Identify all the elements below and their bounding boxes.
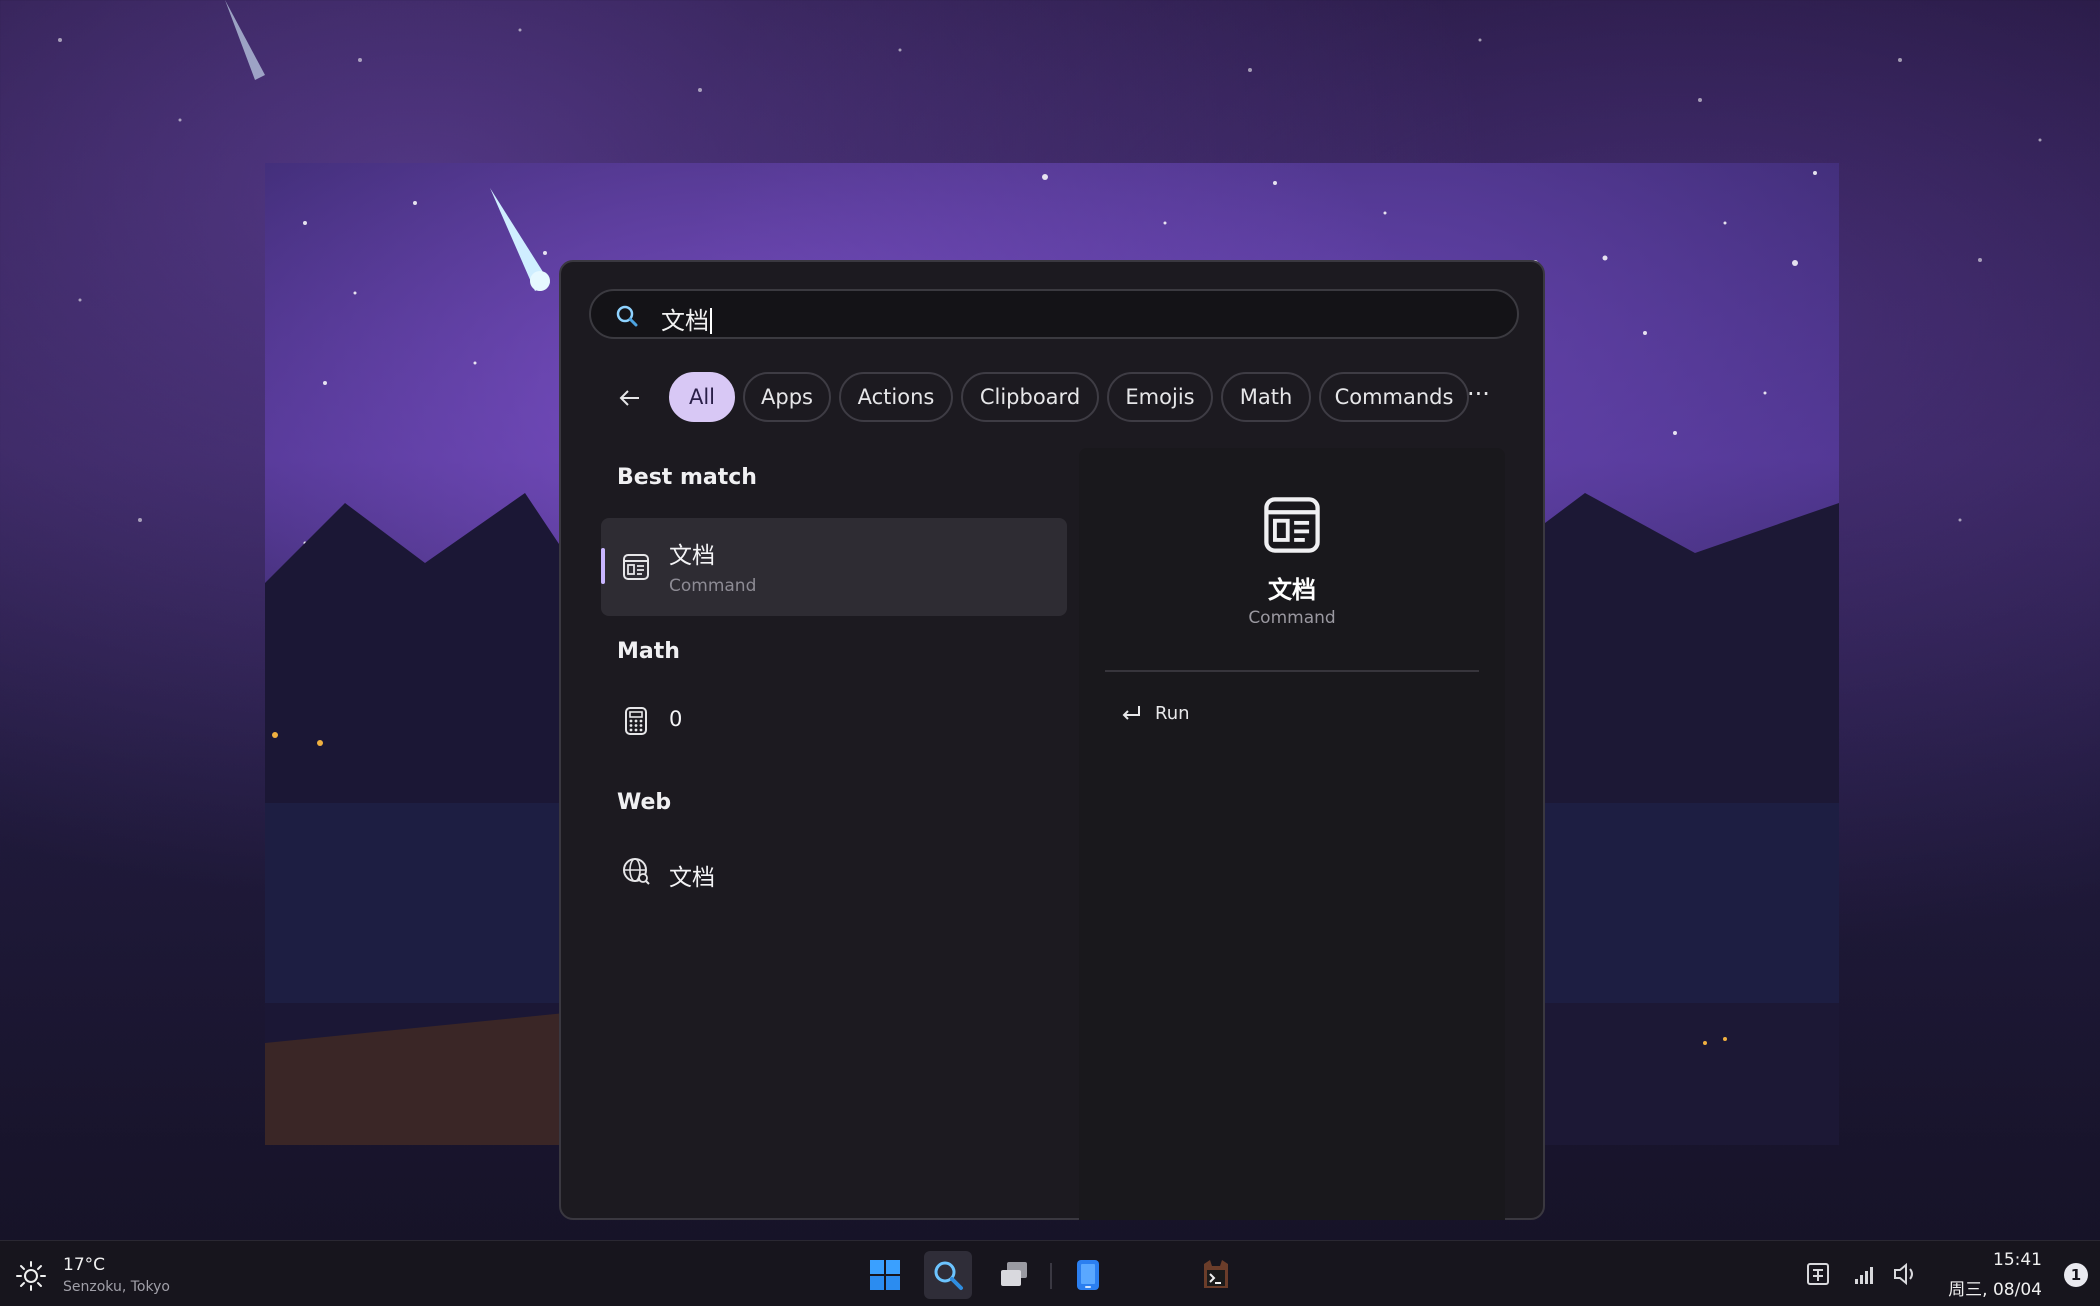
text-caret (710, 308, 712, 334)
details-pane: 文档 Command Run (1079, 448, 1505, 1220)
search-icon[interactable] (924, 1251, 972, 1299)
terminal-app-icon[interactable] (1192, 1251, 1240, 1299)
filter-chip-math[interactable]: Math (1221, 372, 1311, 422)
document-icon (623, 554, 649, 580)
sun-icon[interactable] (14, 1259, 48, 1293)
filter-chip-clipboard[interactable]: Clipboard (961, 372, 1099, 422)
weather-location: Senzoku, Tokyo (63, 1279, 170, 1295)
run-action-label: Run (1155, 702, 1190, 724)
web-search-icon (623, 858, 650, 885)
task-view-icon[interactable] (990, 1251, 1038, 1299)
command-palette: 文档 All Apps Actions Clipboard Emojis Mat… (559, 260, 1545, 1220)
section-title-math: Math (617, 639, 680, 664)
search-bar[interactable]: 文档 (589, 289, 1519, 339)
phone-app-icon[interactable] (1064, 1251, 1112, 1299)
result-title: 文档 (669, 543, 715, 569)
filter-chip-all[interactable]: All (669, 372, 735, 422)
result-math[interactable]: 0 (601, 688, 1067, 754)
clock-time[interactable]: 15:41 (1993, 1250, 2042, 1270)
details-subtitle: Command (1248, 608, 1336, 628)
filter-chip-actions[interactable]: Actions (839, 372, 953, 422)
enter-icon (1122, 706, 1140, 720)
network-icon[interactable] (1852, 1261, 1878, 1287)
result-best-match[interactable]: 文档 Command (601, 518, 1067, 616)
taskbar-separator (1050, 1263, 1052, 1289)
volume-icon[interactable] (1892, 1261, 1918, 1287)
selection-indicator (601, 548, 605, 584)
result-web[interactable]: 文档 (601, 840, 1067, 906)
filter-chip-apps[interactable]: Apps (743, 372, 831, 422)
result-web-title: 文档 (669, 865, 715, 891)
input-method-icon[interactable] (1805, 1261, 1831, 1287)
windows-start-icon[interactable] (861, 1251, 909, 1299)
search-icon (616, 305, 638, 327)
weather-temperature[interactable]: 17°C (63, 1255, 105, 1275)
more-filters-button[interactable]: ··· (1467, 380, 1490, 408)
taskbar: 17°C Senzoku, Tokyo 15:41 周三, 08/04 1 (0, 1240, 2100, 1306)
back-arrow-icon[interactable] (613, 382, 645, 414)
result-subtitle: Command (669, 576, 757, 596)
section-title-web: Web (617, 790, 672, 815)
clock-date[interactable]: 周三, 08/04 (1948, 1275, 2042, 1300)
filter-chip-commands[interactable]: Commands (1319, 372, 1469, 422)
details-divider (1105, 670, 1479, 672)
result-math-value: 0 (669, 707, 683, 731)
notification-badge[interactable]: 1 (2064, 1263, 2088, 1287)
search-input[interactable]: 文档 (661, 301, 712, 336)
run-action-button[interactable]: Run (1119, 698, 1190, 728)
document-icon (1264, 497, 1320, 553)
filter-chip-emojis[interactable]: Emojis (1107, 372, 1213, 422)
section-title-best-match: Best match (617, 465, 757, 490)
calculator-icon (625, 707, 647, 735)
details-title: 文档 (1268, 576, 1316, 604)
